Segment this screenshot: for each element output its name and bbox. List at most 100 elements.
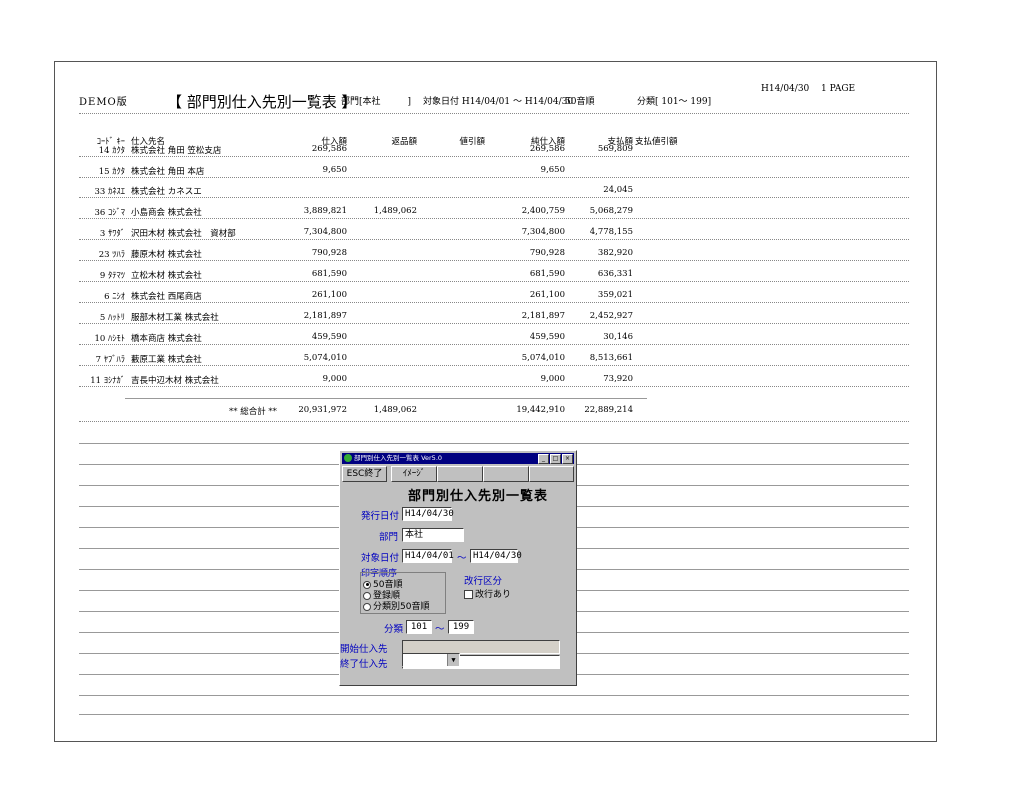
row-name: 藤原木材 株式会社 bbox=[131, 250, 202, 260]
target-date-from-field[interactable]: H14/04/01 bbox=[402, 549, 454, 563]
row-shiharai: 382,920 bbox=[597, 248, 633, 258]
ruled-line bbox=[79, 695, 909, 696]
row-name: 株式会社 角田 本店 bbox=[131, 167, 205, 177]
end-supplier-dropdown[interactable]: ▼ bbox=[402, 653, 460, 667]
page-break-checkbox[interactable]: 改行あり bbox=[464, 587, 511, 600]
checkbox-icon bbox=[464, 590, 473, 599]
row-shiharai: 73,920 bbox=[603, 374, 633, 384]
start-supplier-field[interactable] bbox=[402, 640, 560, 654]
row-name: 橋本商店 株式会社 bbox=[131, 334, 202, 344]
total-row: ** 総合計 ** 20,931,972 1,489,062 19,442,91… bbox=[79, 405, 909, 419]
row-shiire: 459,590 bbox=[311, 332, 347, 342]
toolbar-button-empty-3[interactable] bbox=[529, 466, 574, 482]
row-jun: 5,074,010 bbox=[521, 353, 565, 363]
dept-field[interactable]: 本社 bbox=[402, 528, 464, 542]
target-date-to-field[interactable]: H14/04/30 bbox=[470, 549, 522, 563]
row-shiire: 269,586 bbox=[311, 144, 347, 154]
esc-exit-button[interactable]: ESC終了 bbox=[342, 466, 387, 482]
row-shiire: 5,074,010 bbox=[303, 353, 347, 363]
report-dialog-window: 部門別仕入先別一覧表 Ver5.0 _ □ × ESC終了 ｲﾒｰｼﾞ 部門別仕入先… bbox=[339, 450, 577, 686]
row-jun: 261,100 bbox=[529, 290, 565, 300]
row-code: 33 ｶﾈｽｴ bbox=[94, 187, 125, 197]
row-name: 立松木材 株式会社 bbox=[131, 271, 202, 281]
row-shiharai: 30,146 bbox=[603, 332, 633, 342]
category-from-field[interactable]: 101 bbox=[406, 620, 432, 634]
row-jun: 2,400,759 bbox=[521, 206, 565, 216]
row-code: 14 ｶｸﾀ bbox=[98, 146, 125, 156]
category-label: 分類 bbox=[384, 624, 404, 635]
row-divider bbox=[79, 365, 909, 366]
total-henpin: 1,489,062 bbox=[373, 405, 417, 415]
row-shiire: 9,650 bbox=[322, 165, 347, 175]
row-divider bbox=[79, 218, 909, 219]
row-shiharai: 24,045 bbox=[603, 185, 633, 195]
row-name: 服部木材工業 株式会社 bbox=[131, 313, 219, 323]
row-name: 株式会社 角田 笠松支店 bbox=[131, 146, 222, 156]
row-name: 藪原工業 株式会社 bbox=[131, 355, 202, 365]
category-to-field[interactable]: 199 bbox=[448, 620, 474, 634]
total-jun: 19,442,910 bbox=[516, 405, 565, 415]
row-shiire: 681,590 bbox=[311, 269, 347, 279]
row-name: 株式会社 カネスエ bbox=[131, 187, 202, 197]
row-name: 株式会社 西尾商店 bbox=[131, 292, 202, 302]
toolbar-button-empty-2[interactable] bbox=[483, 466, 529, 482]
page-break-label: 改行区分 bbox=[464, 576, 503, 587]
row-code: 5 ﾊｯﾄﾘ bbox=[99, 313, 125, 323]
dialog-heading: 部門別仕入先別一覧表 bbox=[407, 489, 548, 504]
row-jun: 269,586 bbox=[529, 144, 565, 154]
report-category: 分類[ 101～ 199] bbox=[637, 97, 712, 107]
issue-date-field[interactable]: H14/04/30 bbox=[402, 507, 454, 521]
radio-empty-icon bbox=[363, 602, 371, 611]
chevron-down-icon[interactable]: ▼ bbox=[447, 654, 459, 666]
row-jun: 9,650 bbox=[540, 165, 565, 175]
row-shiire: 790,928 bbox=[311, 248, 347, 258]
radio-category-50on[interactable]: 分類別50音順 bbox=[363, 599, 429, 612]
row-jun: 2,181,897 bbox=[521, 311, 565, 321]
row-jun: 9,000 bbox=[540, 374, 565, 384]
row-jun: 7,304,800 bbox=[521, 227, 565, 237]
row-name: 沢田木材 株式会社 資材部 bbox=[131, 229, 236, 239]
row-henpin: 1,489,062 bbox=[373, 206, 417, 216]
row-shiharai: 4,778,155 bbox=[589, 227, 633, 237]
report-target-date: 対象日付 H14/04/01 ～ H14/04/30 bbox=[423, 97, 574, 107]
image-preview-button[interactable]: ｲﾒｰｼﾞ bbox=[391, 466, 437, 482]
row-code: 23 ﾂﾊﾗ bbox=[98, 250, 125, 260]
report-dept: 部門[本社 ] bbox=[341, 97, 412, 107]
dept-label: 部門 bbox=[379, 532, 399, 543]
row-name: 吉長中辺木材 株式会社 bbox=[131, 376, 219, 386]
maximize-button[interactable]: □ bbox=[550, 454, 561, 464]
end-supplier-label: 終了仕入先 bbox=[340, 659, 388, 670]
toolbar-button-empty-1[interactable] bbox=[437, 466, 483, 482]
report-page-number: 1 PAGE bbox=[821, 84, 856, 94]
row-code: 9 ﾀﾃﾏﾂ bbox=[99, 271, 125, 281]
radio-category-50on-label: 分類別50音順 bbox=[373, 602, 430, 612]
total-divider bbox=[125, 398, 647, 399]
row-divider bbox=[79, 177, 909, 178]
minimize-button[interactable]: _ bbox=[538, 454, 549, 464]
close-button[interactable]: × bbox=[562, 454, 573, 464]
row-code: 10 ﾊｼﾓﾄ bbox=[94, 334, 125, 344]
row-shiharai: 569,809 bbox=[597, 144, 633, 154]
row-divider bbox=[79, 344, 909, 345]
row-shiire: 3,889,821 bbox=[303, 206, 347, 216]
row-shiharai: 2,452,927 bbox=[589, 311, 633, 321]
ruled-line bbox=[79, 714, 909, 715]
row-divider bbox=[79, 302, 909, 303]
row-name: 小島商会 株式会社 bbox=[131, 208, 202, 218]
row-jun: 790,928 bbox=[529, 248, 565, 258]
total-shiharai: 22,889,214 bbox=[584, 405, 633, 415]
report-date: H14/04/30 bbox=[761, 84, 810, 94]
row-divider bbox=[79, 281, 909, 282]
start-supplier-label: 開始仕入先 bbox=[340, 644, 388, 655]
print-order-group: 50音順 登録順 分類別50音順 bbox=[360, 572, 446, 614]
dialog-title-bar[interactable]: 部門別仕入先別一覧表 Ver5.0 _ □ × bbox=[342, 453, 574, 464]
row-shiire: 9,000 bbox=[322, 374, 347, 384]
row-divider bbox=[79, 323, 909, 324]
category-tilde: ～ bbox=[435, 624, 445, 635]
row-divider bbox=[79, 421, 909, 422]
row-code: 36 ｺｼﾞﾏ bbox=[94, 208, 125, 218]
row-code: 7 ﾔﾌﾞﾊﾗ bbox=[95, 355, 125, 365]
target-date-tilde: ～ bbox=[457, 553, 467, 564]
row-shiire: 7,304,800 bbox=[303, 227, 347, 237]
row-jun: 459,590 bbox=[529, 332, 565, 342]
